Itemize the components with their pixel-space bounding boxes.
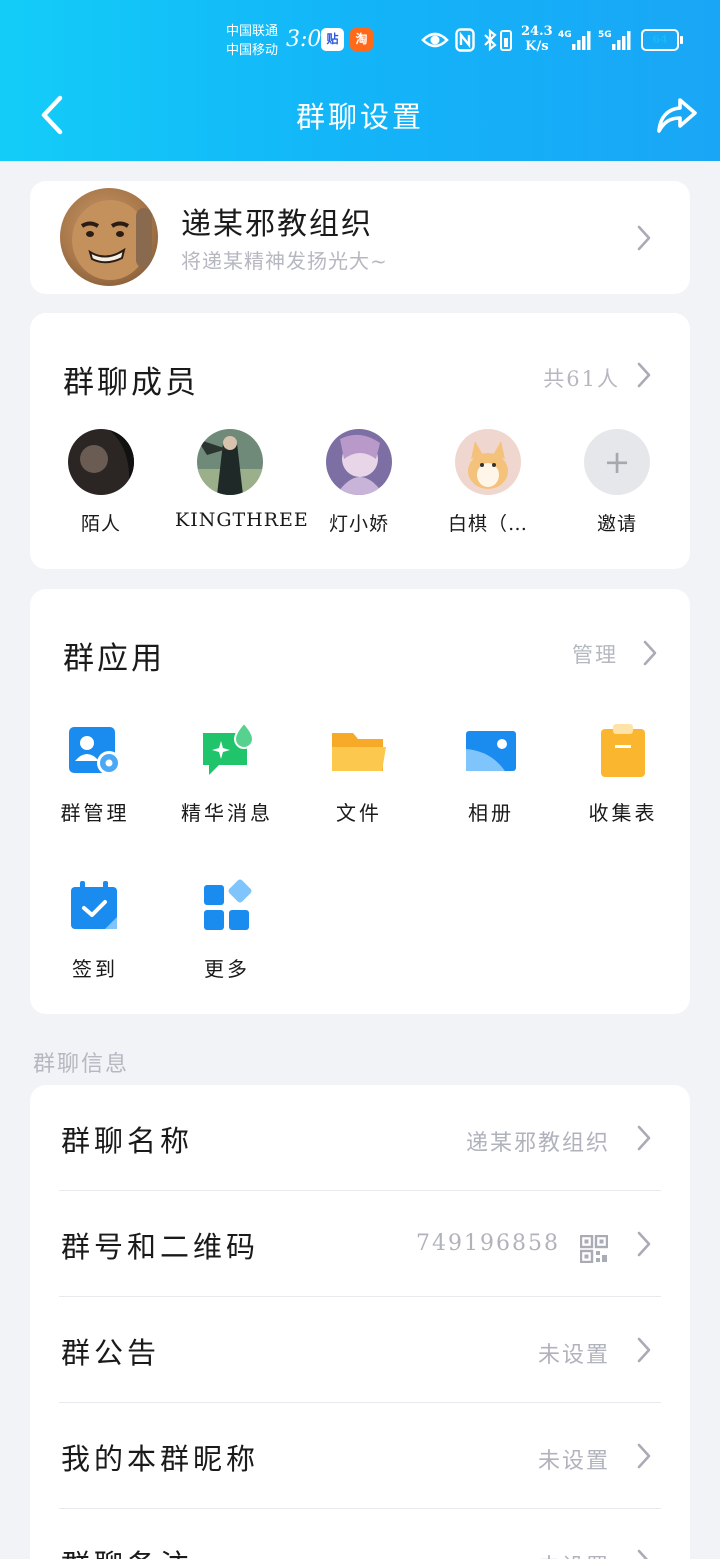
clipboard-icon [593, 721, 653, 781]
invite-label: 邀请 [596, 513, 637, 535]
network-speed: 24.3 K/s [521, 24, 553, 54]
row-value: 递某邪教组织 [465, 1131, 610, 1156]
chevron-right-icon [636, 1443, 652, 1469]
row-group-remark[interactable]: 群聊备注 未设置 [30, 1509, 690, 1559]
group-motto: 将递某精神发扬光大~ [181, 249, 388, 273]
row-label: 群聊备注 [61, 1542, 193, 1559]
invite-member-button[interactable]: + 邀请 [562, 429, 672, 536]
chevron-right-icon [636, 1125, 652, 1151]
row-value: 未设置 [537, 1343, 610, 1368]
group-profile-card[interactable]: 递某邪教组织 将递某精神发扬光大~ [30, 181, 690, 294]
app-group-manage[interactable]: 群管理 [30, 721, 160, 826]
apps-manage-link[interactable]: 管理 [572, 639, 618, 669]
group-manage-icon [65, 721, 125, 781]
row-value: 未设置 [538, 1549, 610, 1559]
chevron-right-icon[interactable] [642, 640, 658, 666]
vibrate-battery-icon [500, 30, 512, 51]
row-label: 群号和二维码 [61, 1230, 260, 1264]
signal-2-icon: 5G [598, 30, 631, 50]
app-label: 精华消息 [181, 801, 273, 825]
nav-bar: 群聊设置 [0, 80, 720, 150]
group-avatar[interactable] [60, 188, 158, 286]
calendar-check-icon [65, 877, 125, 937]
members-title: 群聊成员 [63, 365, 199, 401]
carrier-2: 中国移动 [226, 43, 279, 58]
member-count[interactable]: 共61人 [543, 363, 620, 393]
signal-2-label: 5G [598, 30, 612, 40]
row-group-announcement[interactable]: 群公告 未设置 [30, 1297, 690, 1403]
status-bar: 中国联通 中国移动 3:07 贴 淘 24.3 K/s 4G 5G 64 [0, 0, 720, 80]
app-more[interactable]: 更多 [162, 877, 292, 982]
nfc-icon [455, 28, 475, 52]
member-item[interactable]: 陌人 [46, 429, 156, 536]
app-checkin[interactable]: 签到 [30, 877, 160, 982]
apps-title: 群应用 [63, 641, 165, 677]
eye-comfort-icon [421, 32, 449, 48]
member-name: KINGTHREE [175, 509, 309, 531]
row-label: 群聊名称 [61, 1124, 194, 1158]
member-avatar [455, 429, 521, 495]
battery-level: 64 [652, 33, 668, 46]
row-my-nickname[interactable]: 我的本群昵称 未设置 [30, 1403, 690, 1509]
group-avatar-face [72, 200, 152, 280]
chevron-right-icon [636, 1549, 652, 1559]
member-item[interactable]: 灯小娇 [304, 429, 414, 536]
row-group-name[interactable]: 群聊名称 递某邪教组织 [30, 1085, 690, 1191]
page-title: 群聊设置 [295, 100, 424, 134]
qr-code-icon [580, 1235, 608, 1263]
members-card: 群聊成员 共61人 陌人 KINGTHREE 灯小娇 白棋（… + 邀请 [30, 313, 690, 569]
member-avatar [326, 429, 392, 495]
app-label: 签到 [72, 957, 118, 981]
member-name: 白棋（… [447, 513, 528, 535]
row-label: 我的本群昵称 [61, 1442, 260, 1476]
app-label: 群管理 [60, 801, 130, 825]
section-label-group-info: 群聊信息 [33, 1052, 130, 1077]
network-speed-value: 24.3 [521, 24, 553, 39]
carrier-1: 中国联通 [226, 24, 279, 39]
app-label: 收集表 [588, 801, 658, 825]
carrier-names: 中国联通 中国移动 [226, 22, 278, 60]
app-label: 相册 [468, 801, 514, 825]
member-name: 陌人 [80, 513, 121, 535]
plus-icon: + [584, 429, 650, 495]
share-button[interactable] [656, 94, 698, 136]
group-name: 递某邪教组织 [181, 207, 373, 242]
app-album[interactable]: 相册 [426, 721, 556, 826]
chevron-right-icon [636, 225, 652, 251]
tieba-notification-icon: 贴 [321, 28, 344, 51]
app-label: 更多 [204, 957, 250, 981]
battery-icon: 64 [641, 29, 683, 51]
member-item[interactable]: KINGTHREE [175, 429, 309, 531]
chevron-right-icon[interactable] [636, 362, 652, 388]
app-essence-messages[interactable]: 精华消息 [162, 721, 292, 826]
member-name: 灯小娇 [328, 513, 389, 535]
member-item[interactable]: 白棋（… [433, 429, 543, 536]
network-speed-unit: K/s [525, 39, 549, 54]
signal-1-label: 4G [558, 30, 572, 40]
header: 中国联通 中国移动 3:07 贴 淘 24.3 K/s 4G 5G 64 群聊设… [0, 0, 720, 161]
group-apps-card: 群应用 管理 群管理 精华消息 文件 相册 收集表 签到 更多 [30, 589, 690, 1014]
chevron-right-icon [636, 1337, 652, 1363]
app-collection-form[interactable]: 收集表 [558, 721, 688, 826]
row-label: 群公告 [61, 1336, 161, 1370]
bluetooth-icon [484, 28, 497, 52]
signal-1-icon: 4G [558, 30, 591, 50]
album-icon [461, 721, 521, 781]
row-value: 未设置 [537, 1449, 610, 1474]
row-value: 749196858 [416, 1231, 560, 1256]
folder-icon [329, 721, 389, 781]
member-avatar [68, 429, 134, 495]
taobao-notification-icon: 淘 [350, 28, 373, 51]
app-files[interactable]: 文件 [294, 721, 424, 826]
essence-message-icon [197, 721, 257, 781]
group-info-card: 群聊名称 递某邪教组织 群号和二维码 749196858 群公告 未设置 我的本… [30, 1085, 690, 1559]
member-avatar [197, 429, 263, 495]
more-apps-icon [197, 877, 257, 937]
app-label: 文件 [336, 801, 382, 825]
row-group-number-qr[interactable]: 群号和二维码 749196858 [30, 1191, 690, 1297]
chevron-right-icon [636, 1231, 652, 1257]
